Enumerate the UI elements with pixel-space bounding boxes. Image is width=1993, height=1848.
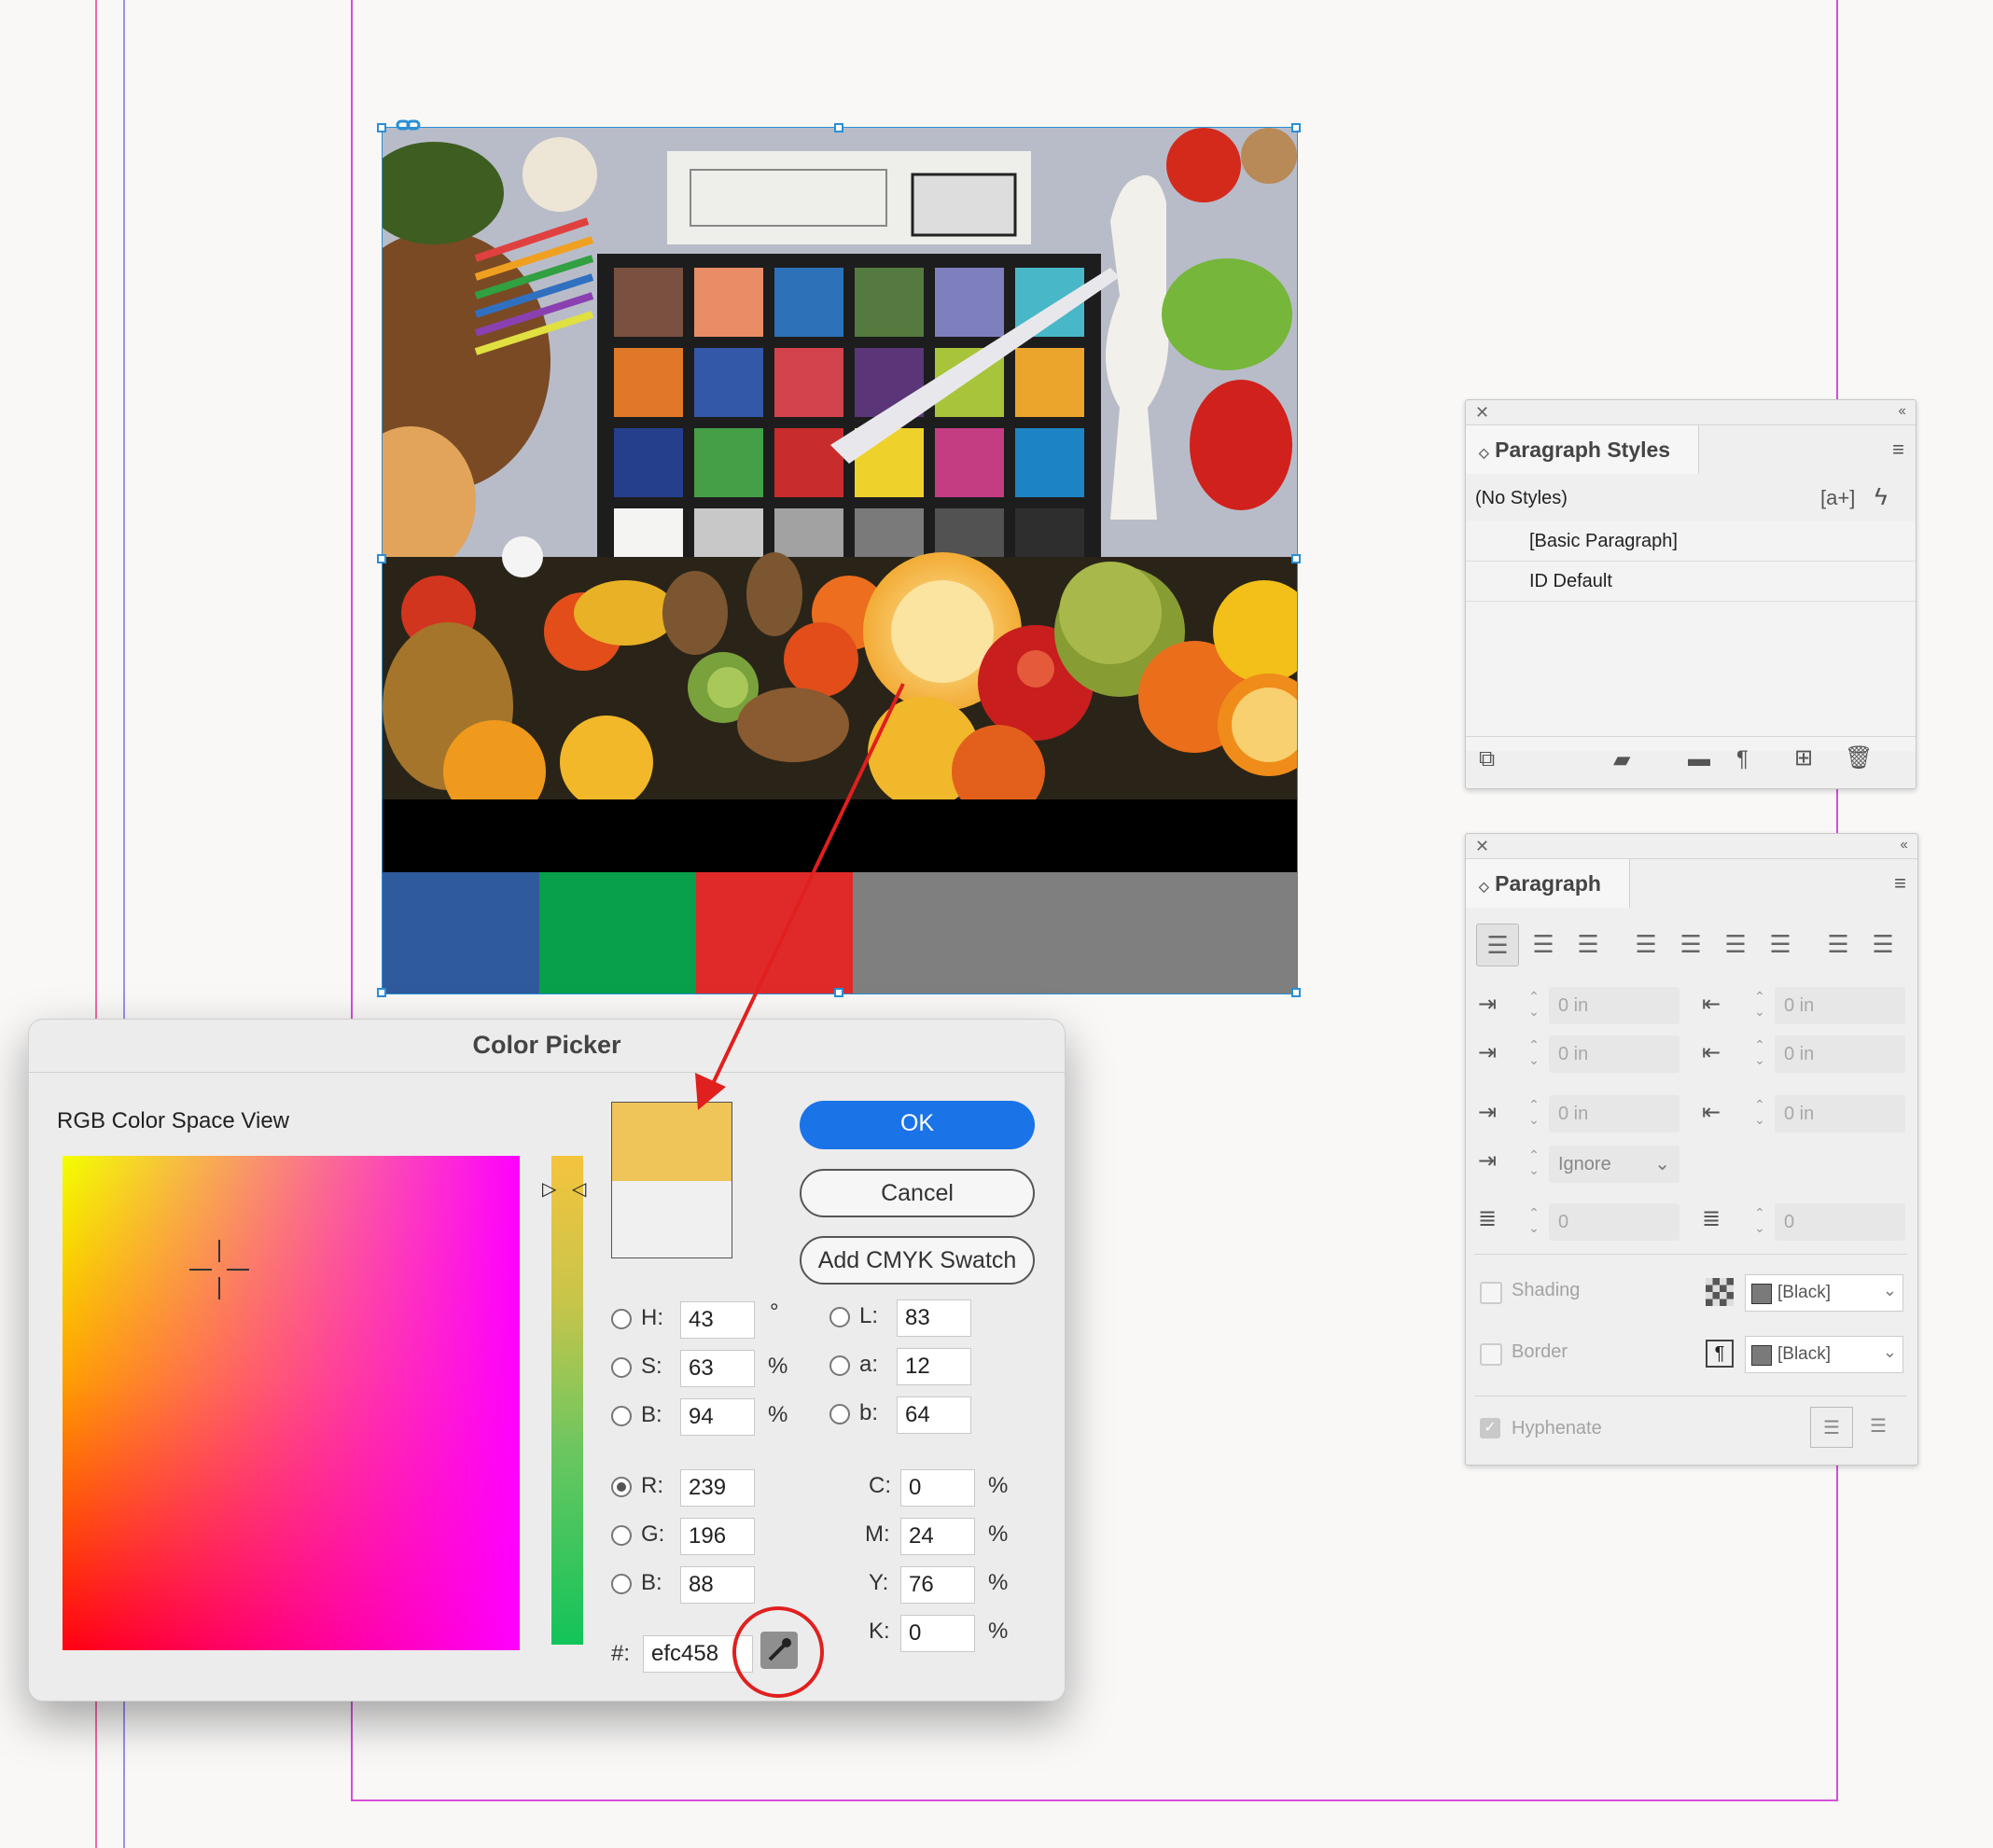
annotation-circle bbox=[732, 1606, 824, 1698]
annotation-arrow-line bbox=[707, 683, 905, 1092]
annotation-overlay bbox=[695, 683, 905, 1698]
annotation-arrow-head bbox=[695, 1073, 726, 1110]
